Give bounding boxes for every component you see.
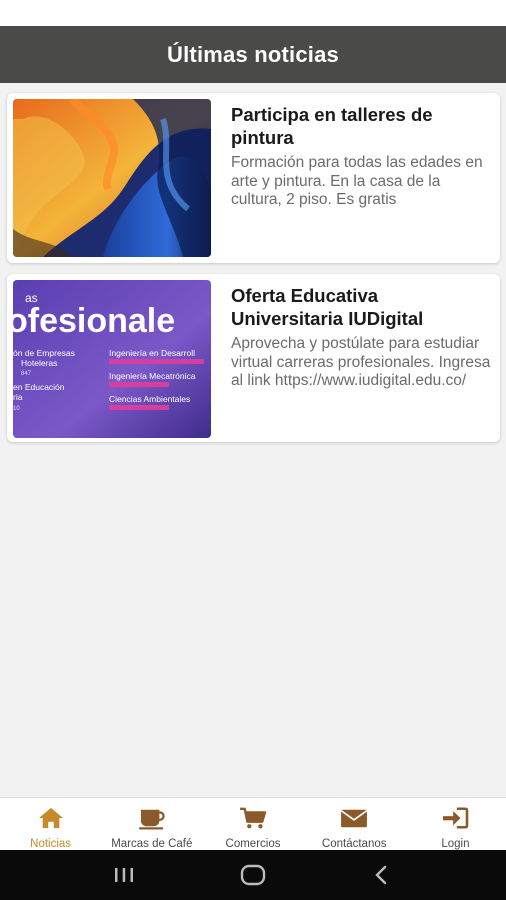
news-image-painting — [13, 99, 211, 257]
home-button[interactable] — [233, 860, 273, 890]
thumb-tag — [109, 405, 169, 410]
nav-item-noticias[interactable]: Noticias — [0, 798, 101, 850]
status-bar — [0, 0, 506, 26]
news-list[interactable]: Participa en talleres de pintura Formaci… — [0, 83, 506, 797]
system-navigation-bar — [0, 850, 506, 900]
bottom-navigation: Noticias Marcas de Café Comercios Contác… — [0, 797, 506, 850]
nav-label: Marcas de Café — [111, 838, 193, 850]
nav-label: Noticias — [30, 838, 72, 850]
shopping-cart-icon — [240, 807, 267, 829]
login-icon — [443, 807, 469, 829]
thumb-text-big: ofesionale — [13, 302, 175, 340]
news-card[interactable]: Participa en talleres de pintura Formaci… — [7, 93, 500, 263]
nav-item-marcas-de-cafe[interactable]: Marcas de Café — [101, 798, 202, 850]
news-description: Formación para todas las edades en arte … — [231, 154, 483, 208]
nav-label: Contáctanos — [321, 838, 387, 850]
thumb-text-left5: ria — [13, 392, 23, 402]
thumb-text-right3: Ciencias Ambientales — [109, 394, 190, 404]
nav-item-comercios[interactable]: Comercios — [202, 798, 303, 850]
thumb-tag — [109, 382, 169, 387]
coffee-cup-icon — [138, 809, 165, 830]
news-image-professional-programs: as ofesionale ón de Empresas Hoteleras 8… — [13, 280, 211, 438]
nav-label: Comercios — [225, 838, 281, 850]
news-description: Aprovecha y postúlate para estudiar virt… — [231, 335, 491, 389]
nav-item-login[interactable]: Login — [405, 798, 506, 850]
app-header: Últimas noticias — [0, 26, 506, 83]
thumb-tag — [109, 359, 204, 364]
recent-apps-button[interactable] — [104, 860, 144, 890]
news-title: Oferta Educativa Universitaria IUDigital — [231, 285, 424, 329]
news-card[interactable]: as ofesionale ón de Empresas Hoteleras 8… — [7, 274, 500, 442]
thumb-text-left2: Hoteleras — [21, 358, 57, 368]
back-button[interactable] — [362, 860, 402, 890]
thumb-text-left4: en Educación — [13, 382, 65, 392]
thumb-text-right2: Ingeniería Mecatrónica — [109, 371, 196, 381]
home-circle-icon — [240, 864, 266, 886]
nav-label: Login — [441, 838, 470, 850]
news-title: Participa en talleres de pintura — [231, 104, 433, 148]
page-title: Últimas noticias — [167, 41, 339, 67]
thumb-text-left3: 847 — [21, 371, 32, 377]
thumb-text-left1: ón de Empresas — [13, 348, 75, 358]
home-icon — [38, 807, 63, 829]
envelope-icon — [340, 809, 368, 828]
recent-apps-icon — [115, 868, 134, 882]
thumb-text-right1: Ingeniería en Desarroll — [109, 348, 195, 358]
nav-item-contactanos[interactable]: Contáctanos — [304, 798, 405, 850]
back-chevron-icon — [374, 865, 386, 885]
thumb-text-left6: 10 — [13, 406, 20, 412]
